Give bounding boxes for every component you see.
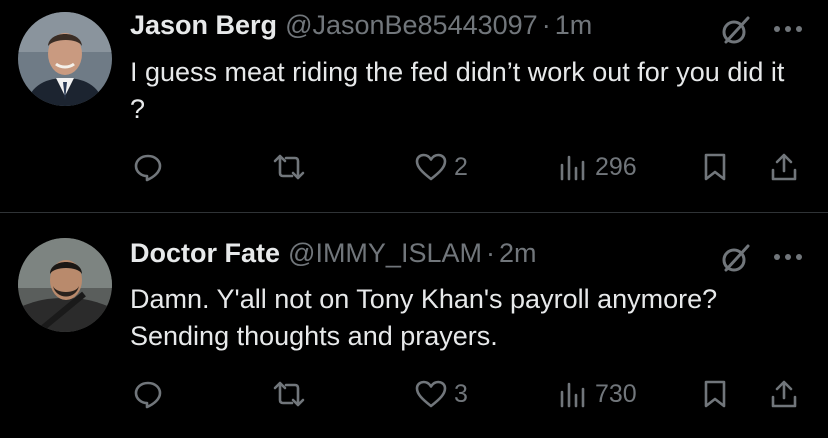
tweet[interactable]: Jason Berg @JasonBe85443097 · 1m I guess… bbox=[0, 0, 828, 212]
tweet-text: Damn. Y'all not on Tony Khan's payroll a… bbox=[130, 284, 718, 351]
action-bar: 2 296 bbox=[0, 147, 828, 187]
avatar[interactable] bbox=[18, 12, 112, 106]
like-button[interactable]: 2 bbox=[414, 147, 468, 187]
reply-button[interactable] bbox=[132, 147, 164, 187]
tweet-text: I guess meat riding the fed didn’t work … bbox=[130, 57, 785, 124]
like-count: 2 bbox=[454, 152, 468, 181]
avatar[interactable] bbox=[18, 238, 112, 332]
share-icon bbox=[768, 151, 800, 183]
views-count: 730 bbox=[595, 379, 637, 408]
views-button[interactable]: 296 bbox=[557, 147, 637, 187]
retweet-button[interactable] bbox=[270, 374, 308, 414]
tweet-header: Jason Berg @JasonBe85443097 · 1m bbox=[130, 8, 592, 42]
action-bar: 3 730 bbox=[0, 374, 828, 414]
more-dots-icon[interactable] bbox=[770, 250, 806, 264]
tweet-header: Doctor Fate @IMMY_ISLAM · 2m bbox=[130, 236, 537, 270]
views-chart-icon bbox=[557, 151, 589, 183]
retweet-icon bbox=[270, 151, 308, 183]
author-name[interactable]: Doctor Fate bbox=[130, 236, 280, 270]
bookmark-button[interactable] bbox=[700, 374, 730, 414]
share-button[interactable] bbox=[768, 374, 800, 414]
author-handle[interactable]: @IMMY_ISLAM bbox=[288, 236, 482, 270]
views-button[interactable]: 730 bbox=[557, 374, 637, 414]
reply-icon bbox=[132, 378, 164, 410]
tweet-divider bbox=[0, 212, 828, 213]
more-dots-icon[interactable] bbox=[770, 22, 806, 36]
bookmark-icon bbox=[700, 378, 730, 410]
timestamp[interactable]: 1m bbox=[555, 8, 593, 42]
grok-icon[interactable] bbox=[720, 242, 752, 274]
author-name[interactable]: Jason Berg bbox=[130, 8, 277, 42]
reply-button[interactable] bbox=[132, 374, 164, 414]
like-count: 3 bbox=[454, 379, 468, 408]
separator-dot: · bbox=[485, 238, 495, 268]
views-chart-icon bbox=[557, 378, 589, 410]
bookmark-icon bbox=[700, 151, 730, 183]
heart-icon bbox=[414, 151, 448, 183]
retweet-icon bbox=[270, 378, 308, 410]
separator-dot: · bbox=[541, 10, 551, 40]
author-handle[interactable]: @JasonBe85443097 bbox=[285, 8, 538, 42]
grok-icon[interactable] bbox=[720, 14, 752, 46]
like-button[interactable]: 3 bbox=[414, 374, 468, 414]
timestamp[interactable]: 2m bbox=[499, 236, 537, 270]
bookmark-button[interactable] bbox=[700, 147, 730, 187]
share-button[interactable] bbox=[768, 147, 800, 187]
share-icon bbox=[768, 378, 800, 410]
views-count: 296 bbox=[595, 152, 637, 181]
reply-icon bbox=[132, 151, 164, 183]
heart-icon bbox=[414, 378, 448, 410]
tweet[interactable]: Doctor Fate @IMMY_ISLAM · 2m Damn. Y'all… bbox=[0, 214, 828, 438]
retweet-button[interactable] bbox=[270, 147, 308, 187]
